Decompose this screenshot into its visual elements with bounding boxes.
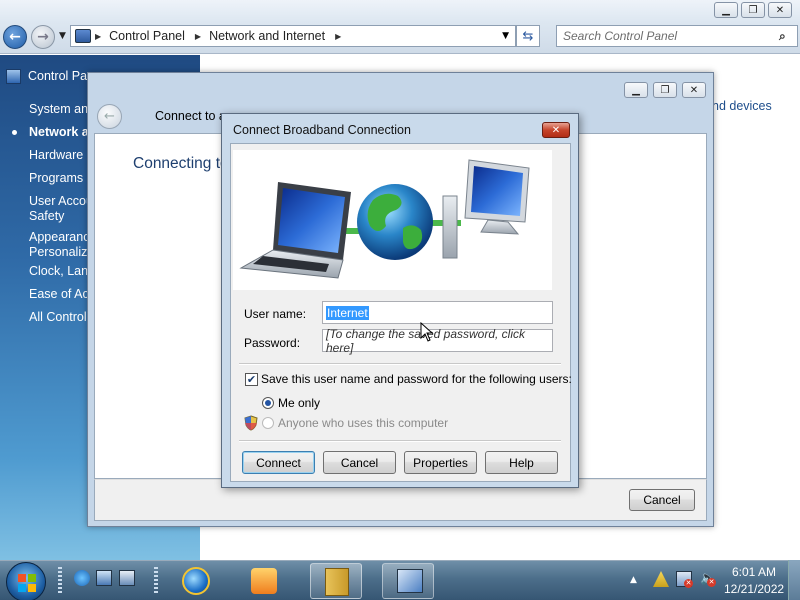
show-hidden-icons-icon[interactable]: ▲ (630, 575, 637, 585)
window-caption-buttons: ▁ ❐ ✕ (711, 2, 792, 18)
dialog-title: Connect Broadband Connection (233, 123, 411, 137)
background-link[interactable]: nd devices (712, 99, 772, 113)
media-player-icon (251, 568, 277, 594)
search-input[interactable]: Search Control Panel ⌕ (556, 25, 798, 47)
control-panel-home-icon (6, 69, 21, 84)
address-dropdown-icon[interactable]: ▼ (502, 31, 509, 41)
active-bullet-icon (12, 130, 17, 135)
quicklaunch-ie-icon[interactable] (74, 570, 90, 586)
password-label: Password: (244, 336, 301, 350)
mouse-pointer-icon (420, 322, 434, 342)
help-button[interactable]: Help (485, 451, 558, 474)
back-button[interactable]: ← (97, 104, 122, 129)
cancel-button[interactable]: Cancel (629, 489, 695, 511)
volume-error-icon: ✕ (707, 578, 716, 587)
username-field[interactable]: Internet (322, 301, 553, 324)
clock-date[interactable]: 12/21/2022 (724, 582, 784, 596)
sidebar-item-user-accounts-line1: User Accounts and (29, 194, 87, 208)
sidebar-title-control-panel-home[interactable]: Control Panel Home (28, 69, 88, 84)
clock-time[interactable]: 6:01 AM (732, 565, 776, 579)
close-button[interactable]: ✕ (768, 2, 792, 18)
breadcrumb-network-and-internet[interactable]: Network and Internet (209, 29, 325, 43)
breadcrumb-control-panel[interactable]: Control Panel (109, 29, 185, 43)
search-icon[interactable]: ⌕ (779, 29, 797, 44)
taskbar-media-player[interactable] (238, 563, 290, 599)
breadcrumb-separator-icon[interactable]: ▶ (335, 32, 341, 41)
sidebar-item-system-and-security[interactable]: System and Security (29, 102, 87, 117)
sidebar-item-clock-language-region[interactable]: Clock, Language, and Region (29, 264, 87, 279)
network-connection-icon (397, 569, 423, 593)
sidebar-item-network-and-internet[interactable]: Network and Internet (29, 125, 87, 140)
address-bar[interactable]: ▶ Control Panel ▶ Network and Internet ▶… (70, 25, 516, 47)
username-value: Internet (326, 305, 369, 320)
sidebar-item-hardware-and-sound[interactable]: Hardware and Sound (29, 148, 87, 163)
folder-icon (325, 568, 349, 596)
divider (239, 363, 561, 365)
toolbar-grip[interactable] (58, 567, 62, 595)
properties-button[interactable]: Properties (404, 451, 477, 474)
sidebar-item-all-control-panel-items[interactable]: All Control Panel Items (29, 310, 87, 325)
maximize-button[interactable]: ❐ (741, 2, 765, 18)
windows-logo-icon (18, 574, 36, 592)
me-only-label[interactable]: Me only (278, 396, 320, 410)
radio-dot-icon (265, 400, 271, 406)
internet-explorer-icon (182, 567, 210, 595)
close-button[interactable]: ✕ (542, 122, 570, 138)
laptop-globe-computer-illustration (239, 159, 530, 279)
save-credentials-label[interactable]: Save this user name and password for the… (261, 372, 572, 386)
quicklaunch-switch-windows-icon[interactable] (119, 570, 135, 586)
desktop-computer-icon (442, 159, 530, 259)
uac-shield-icon (244, 415, 258, 431)
globe-icon (357, 184, 433, 260)
breadcrumb-separator-icon[interactable]: ▶ (195, 32, 201, 41)
wizard-heading: Connecting to Internet (133, 155, 225, 172)
save-credentials-checkbox[interactable]: ✔ (245, 373, 258, 386)
sidebar-item-appearance[interactable]: Appearance and Personalization (29, 230, 87, 260)
connect-button[interactable]: Connect (242, 451, 315, 474)
sidebar-item-appearance-line2: Personalization (29, 245, 87, 259)
start-button[interactable] (6, 562, 46, 600)
password-field[interactable]: [To change the saved password, click her… (322, 326, 553, 355)
taskbar-explorer-active[interactable] (310, 563, 362, 599)
laptop-icon (239, 182, 351, 279)
password-placeholder: [To change the saved password, click her… (326, 326, 526, 355)
anyone-label[interactable]: Anyone who uses this computer (278, 416, 448, 430)
me-only-radio[interactable] (262, 397, 274, 409)
close-button[interactable]: ✕ (682, 82, 706, 98)
minimize-button[interactable]: ▁ (714, 2, 738, 18)
navigation-bar: ← → ▼ ▶ Control Panel ▶ Network and Inte… (0, 22, 800, 54)
maximize-button[interactable]: ❐ (653, 82, 677, 98)
show-desktop-button[interactable] (788, 560, 800, 600)
divider (239, 440, 561, 442)
recent-pages-icon[interactable]: ▼ (59, 31, 66, 41)
back-button[interactable]: ← (3, 25, 27, 49)
title-bar: ▁ ❐ ✕ (0, 0, 800, 22)
window-title: Connect to a network (155, 109, 225, 123)
taskbar: ▲ ✕ 🔈 ✕ (0, 560, 800, 600)
search-placeholder: Search Control Panel (563, 29, 678, 43)
toolbar-grip[interactable] (154, 567, 158, 595)
breadcrumb-separator-icon[interactable]: ▶ (95, 32, 101, 41)
username-label: User name: (244, 307, 307, 321)
action-center-icon[interactable] (653, 571, 669, 587)
refresh-button[interactable]: ⇆ (516, 25, 540, 47)
sidebar-item-appearance-line1: Appearance and (29, 230, 87, 244)
minimize-button[interactable]: ▁ (624, 82, 648, 98)
cancel-button[interactable]: Cancel (323, 451, 396, 474)
sidebar-item-user-accounts[interactable]: User Accounts and Safety (29, 194, 87, 224)
network-error-icon: ✕ (684, 579, 693, 588)
forward-button[interactable]: → (31, 25, 55, 49)
control-panel-icon (75, 29, 91, 43)
sidebar-item-user-accounts-line2: Safety (29, 209, 65, 223)
taskbar-internet-explorer[interactable] (170, 563, 222, 599)
connection-banner-image (233, 150, 552, 290)
sidebar-item-programs[interactable]: Programs (29, 171, 87, 186)
connect-broadband-dialog: Connect Broadband Connection ✕ User name… (221, 113, 579, 488)
quicklaunch-show-desktop-icon[interactable] (96, 570, 112, 586)
sidebar-item-ease-of-access[interactable]: Ease of Access (29, 287, 87, 302)
taskbar-network-connection[interactable] (382, 563, 434, 599)
anyone-radio[interactable] (262, 417, 274, 429)
